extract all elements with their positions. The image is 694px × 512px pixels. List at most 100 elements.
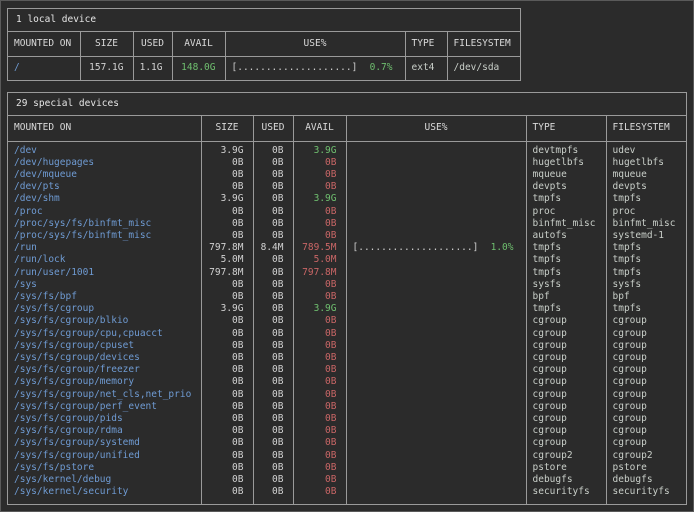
table-row: /sys/fs/cgroup/cpu,cpuacct 0B 0B 0B cgro… bbox=[8, 328, 686, 340]
avail-value: 0B bbox=[293, 352, 346, 364]
mount-point: /dev/pts bbox=[8, 181, 201, 193]
mount-point: /sys/fs/cgroup/cpuset bbox=[8, 340, 201, 352]
fs-type: sysfs bbox=[526, 279, 606, 291]
special-devices-panel: 29 special devices MOUNTED ON SIZE USED … bbox=[7, 92, 687, 504]
use-percent-cell bbox=[346, 230, 526, 242]
used-value: 0B bbox=[253, 254, 293, 266]
col-header-mounted-on: MOUNTED ON bbox=[8, 32, 80, 57]
used-value: 0B bbox=[253, 340, 293, 352]
size-value: 0B bbox=[201, 401, 253, 413]
size-value: 0B bbox=[201, 364, 253, 376]
size-value: 0B bbox=[201, 437, 253, 449]
table-row: /sys/fs/cgroup/pids 0B 0B 0B cgroup cgro… bbox=[8, 413, 686, 425]
use-percent-cell bbox=[346, 462, 526, 474]
fs-type: cgroup bbox=[526, 315, 606, 327]
avail-value: 0B bbox=[293, 181, 346, 193]
mount-point: /sys/fs/cgroup/rdma bbox=[8, 425, 201, 437]
use-percent-cell bbox=[346, 364, 526, 376]
use-percent-cell bbox=[346, 401, 526, 413]
avail-value: 0B bbox=[293, 450, 346, 462]
col-header-avail: AVAIL bbox=[172, 32, 225, 57]
col-header-avail: AVAIL bbox=[293, 116, 346, 141]
avail-value: 3.9G bbox=[293, 303, 346, 315]
use-percent-cell bbox=[346, 157, 526, 169]
size-value: 0B bbox=[201, 352, 253, 364]
fs-type: binfmt_misc bbox=[526, 218, 606, 230]
use-percent-cell bbox=[346, 425, 526, 437]
special-devices-title: 29 special devices bbox=[8, 93, 686, 116]
used-value: 0B bbox=[253, 303, 293, 315]
use-percent-cell bbox=[346, 437, 526, 449]
filesystem: tmpfs bbox=[606, 242, 686, 254]
mount-point: /proc/sys/fs/binfmt_misc bbox=[8, 230, 201, 242]
filesystem: cgroup bbox=[606, 376, 686, 388]
mount-point: /sys/fs/pstore bbox=[8, 462, 201, 474]
fs-type: autofs bbox=[526, 230, 606, 242]
used-value: 0B bbox=[253, 206, 293, 218]
local-devices-table: MOUNTED ON SIZE USED AVAIL USE% TYPE FIL… bbox=[8, 32, 520, 80]
size-value: 0B bbox=[201, 413, 253, 425]
terminal-screen[interactable]: 1 local device MOUNTED ON SIZE USED AVAI… bbox=[0, 0, 694, 512]
mount-point: / bbox=[8, 57, 80, 81]
usage-percent: 1.0% bbox=[491, 242, 514, 254]
avail-value: 0B bbox=[293, 474, 346, 486]
size-value: 0B bbox=[201, 218, 253, 230]
use-percent-cell bbox=[346, 181, 526, 193]
used-value: 0B bbox=[253, 141, 293, 157]
filesystem: cgroup bbox=[606, 315, 686, 327]
used-value: 0B bbox=[253, 486, 293, 503]
used-value: 0B bbox=[253, 315, 293, 327]
filesystem: tmpfs bbox=[606, 303, 686, 315]
size-value: 0B bbox=[201, 230, 253, 242]
mount-point: /run bbox=[8, 242, 201, 254]
table-row: /run 797.8M 8.4M 789.5M [...............… bbox=[8, 242, 686, 254]
mount-point: /sys bbox=[8, 279, 201, 291]
use-percent-cell bbox=[346, 169, 526, 181]
use-percent-cell bbox=[346, 413, 526, 425]
avail-value: 0B bbox=[293, 486, 346, 503]
avail-value: 0B bbox=[293, 169, 346, 181]
table-row: /sys/fs/cgroup/net_cls,net_prio 0B 0B 0B… bbox=[8, 389, 686, 401]
filesystem: /dev/sda bbox=[447, 57, 520, 81]
fs-type: tmpfs bbox=[526, 267, 606, 279]
col-header-size: SIZE bbox=[201, 116, 253, 141]
use-percent-cell: [....................] 0.7% bbox=[225, 57, 405, 81]
table-row: /run/user/1001 797.8M 0B 797.8M tmpfs tm… bbox=[8, 267, 686, 279]
avail-value: 0B bbox=[293, 389, 346, 401]
usage-bar: [....................] bbox=[353, 242, 479, 254]
size-value: 797.8M bbox=[201, 242, 253, 254]
size-value: 0B bbox=[201, 462, 253, 474]
filesystem: cgroup bbox=[606, 425, 686, 437]
used-value: 0B bbox=[253, 352, 293, 364]
filesystem: proc bbox=[606, 206, 686, 218]
col-header-use-pct: USE% bbox=[225, 32, 405, 57]
use-percent-cell bbox=[346, 389, 526, 401]
avail-value: 148.0G bbox=[172, 57, 225, 81]
used-value: 1.1G bbox=[133, 57, 172, 81]
size-value: 0B bbox=[201, 291, 253, 303]
usage-bar: [....................] bbox=[232, 62, 358, 74]
fs-type: hugetlbfs bbox=[526, 157, 606, 169]
size-value: 157.1G bbox=[80, 57, 133, 81]
used-value: 0B bbox=[253, 450, 293, 462]
use-percent-cell bbox=[346, 486, 526, 503]
avail-value: 5.0M bbox=[293, 254, 346, 266]
use-percent-cell bbox=[346, 450, 526, 462]
mount-point: /sys/fs/cgroup/unified bbox=[8, 450, 201, 462]
avail-value: 789.5M bbox=[293, 242, 346, 254]
special-devices-table: MOUNTED ON SIZE USED AVAIL USE% TYPE FIL… bbox=[8, 116, 686, 503]
mount-point: /sys/fs/cgroup/perf_event bbox=[8, 401, 201, 413]
col-header-use-pct: USE% bbox=[346, 116, 526, 141]
col-header-filesystem: FILESYSTEM bbox=[606, 116, 686, 141]
used-value: 8.4M bbox=[253, 242, 293, 254]
col-header-mounted-on: MOUNTED ON bbox=[8, 116, 201, 141]
used-value: 0B bbox=[253, 230, 293, 242]
mount-point: /sys/fs/cgroup/cpu,cpuacct bbox=[8, 328, 201, 340]
size-value: 0B bbox=[201, 450, 253, 462]
size-value: 0B bbox=[201, 474, 253, 486]
table-row: /dev/hugepages 0B 0B 0B hugetlbfs hugetl… bbox=[8, 157, 686, 169]
used-value: 0B bbox=[253, 169, 293, 181]
filesystem: cgroup bbox=[606, 437, 686, 449]
mount-point: /sys/kernel/security bbox=[8, 486, 201, 503]
size-value: 5.0M bbox=[201, 254, 253, 266]
